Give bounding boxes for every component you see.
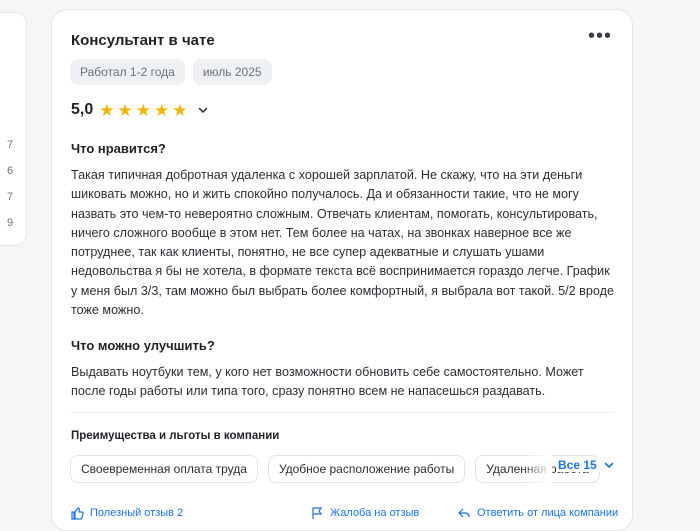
review-card: Консультант в чате ••• Работал 1-2 года … [51, 9, 633, 531]
star-icon: ★ [135, 100, 151, 120]
star-icon: ★ [154, 100, 170, 120]
rating-value: 5,0 [71, 101, 94, 118]
show-all-label: Все 15 [558, 458, 597, 472]
show-all-benefits-button[interactable]: Все 15 [556, 458, 615, 472]
report-label: Жалоба на отзыв [330, 507, 420, 519]
chevron-down-icon [604, 462, 614, 468]
flag-icon [312, 507, 323, 519]
panel-number: 9 [7, 217, 14, 229]
benefits-heading: Преимущества и льготы в компании [71, 430, 280, 442]
likes-text: Такая типичная добротная удаленка с хоро… [71, 168, 614, 318]
reply-icon [458, 508, 470, 518]
benefit-chip: Своевременная оплата труда [70, 455, 258, 483]
improve-text: Выдавать ноутбуки тем, у кого нет возмож… [71, 365, 584, 399]
thumbs-up-icon [71, 507, 84, 520]
star-icon: ★ [117, 100, 133, 120]
tag-date: июль 2025 [192, 59, 272, 85]
previous-card-panel: 7 6 7 9 [0, 12, 27, 246]
review-tags: Работал 1-2 года июль 2025 [70, 59, 272, 85]
rating: 5,0 ★ ★ ★ ★ ★ [71, 101, 209, 119]
chevron-down-icon[interactable] [197, 104, 209, 116]
benefit-chip: Удобное расположение работы [267, 455, 466, 483]
more-options-icon[interactable]: ••• [588, 26, 612, 46]
helpful-button[interactable]: Полезный отзыв 2 [70, 506, 183, 520]
likes-heading: Что нравится? [71, 141, 166, 156]
panel-number: 7 [7, 191, 14, 203]
benefits-fade [522, 455, 552, 483]
improve-heading: Что можно улучшить? [71, 338, 215, 353]
divider [71, 412, 614, 413]
report-button[interactable]: Жалоба на отзыв [310, 506, 419, 520]
panel-number: 7 [7, 139, 14, 151]
panel-number: 6 [7, 165, 14, 177]
tag-experience: Работал 1-2 года [70, 59, 185, 85]
reply-button[interactable]: Ответить от лица компании [457, 506, 618, 520]
reply-label: Ответить от лица компании [477, 507, 619, 519]
star-icon: ★ [99, 100, 115, 120]
review-title: Консультант в чате [71, 32, 215, 49]
star-icon: ★ [172, 100, 188, 120]
helpful-label: Полезный отзыв 2 [90, 507, 184, 519]
